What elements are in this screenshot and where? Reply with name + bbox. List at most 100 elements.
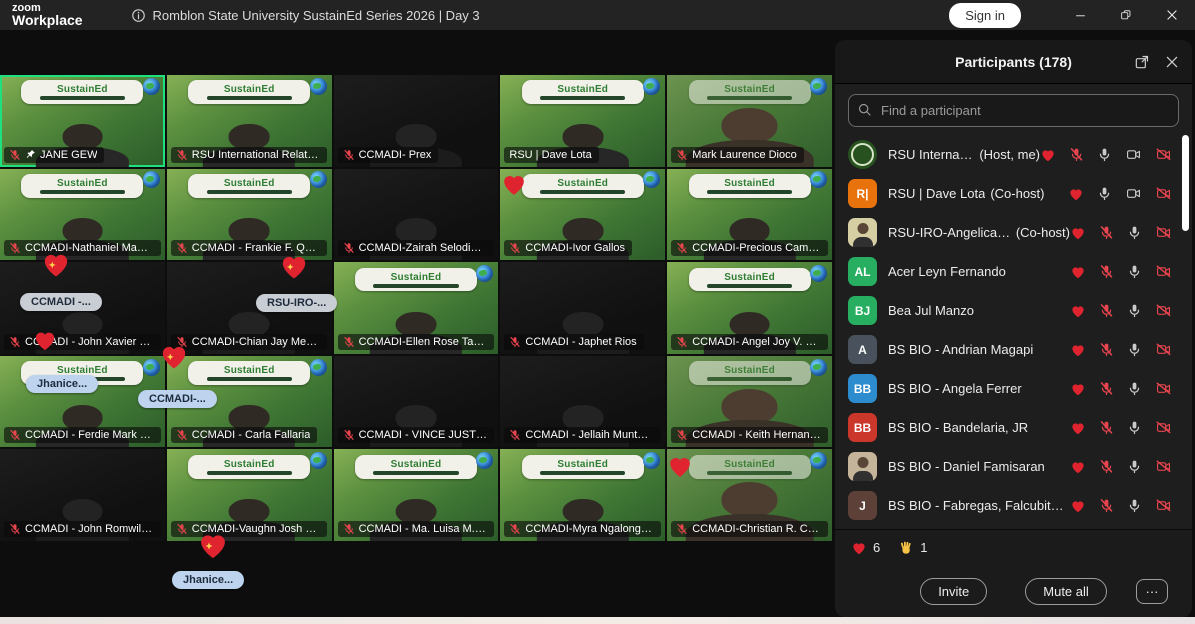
participant-row[interactable]: BB BS BIO - Bandelaria, JR xyxy=(835,408,1192,447)
close-panel-button[interactable] xyxy=(1162,52,1182,72)
search-input[interactable] xyxy=(848,94,1179,127)
profile-photo xyxy=(848,452,877,481)
invite-button[interactable]: Invite xyxy=(920,578,987,605)
tile-participant-name: Mark Laurence Dioco xyxy=(692,149,797,161)
video-tile[interactable]: SustainEd CCMADI-Myra Ngalongal... xyxy=(500,449,665,541)
heart-reaction xyxy=(500,170,528,203)
virtual-background-text: SustainEd xyxy=(57,178,108,189)
video-tile[interactable]: SustainEd CCMADI- Prex xyxy=(334,75,499,167)
video-tile[interactable]: SustainEd Mark Laurence Dioco xyxy=(667,75,832,167)
tile-participant-name: CCMADI - Keith Hernand... xyxy=(692,429,821,441)
wave-hand-icon xyxy=(898,540,914,556)
pop-out-icon xyxy=(1134,54,1150,70)
logo-workplace-text: Workplace xyxy=(12,13,83,27)
tile-participant-name: CCMADI-Christian R. Capin xyxy=(692,523,821,535)
heart-reaction-icon xyxy=(666,452,694,480)
tile-name-label: CCMADI-Nathaniel Manzo xyxy=(4,240,161,256)
mute-all-button[interactable]: Mute all xyxy=(1025,578,1107,605)
profile-photo xyxy=(848,218,877,247)
participant-name: RSU-IRO-Angelica Galindez xyxy=(888,225,1011,240)
mic-off-icon xyxy=(676,149,688,161)
tile-name-label: CCMADI- Prex xyxy=(338,147,439,163)
earth-globe-graphic xyxy=(810,452,827,469)
video-tile[interactable]: SustainEd RSU International Relatio... xyxy=(167,75,332,167)
heart-reaction-icon xyxy=(1070,498,1086,514)
participant-row[interactable]: R| RSU | Dave Lota (Co-host) xyxy=(835,174,1192,213)
video-tile[interactable]: SustainEd CCMADI - Japhet Rios xyxy=(500,262,665,354)
info-icon[interactable] xyxy=(131,8,146,23)
participant-row[interactable]: RSU-IRO-Angelica Galindez (Co-host) xyxy=(835,213,1192,252)
heart-reaction-icon xyxy=(40,248,72,280)
zoom-meeting-window: zoom Workplace Romblon State University … xyxy=(0,0,1195,624)
mic-off-icon xyxy=(1099,459,1114,474)
restore-button[interactable] xyxy=(1103,0,1149,30)
video-tile[interactable]: SustainEd JANE GEW xyxy=(0,75,165,167)
tile-participant-name: CCMADI - VINCE JUSTIN ... xyxy=(359,429,488,441)
video-tile[interactable]: SustainEd CCMADI - Frankie F. Quar... xyxy=(167,169,332,261)
zoom-workplace-logo: zoom Workplace xyxy=(12,3,83,27)
virtual-background-text: SustainEd xyxy=(724,272,775,283)
heart-reaction-icon xyxy=(1070,459,1086,475)
reaction-sender-pill: Jhanice... xyxy=(26,375,98,393)
tile-name-label: RSU International Relatio... xyxy=(171,147,328,163)
mic-off-icon xyxy=(9,523,21,535)
participant-name: BS BIO - Angela Ferrer xyxy=(888,381,1022,396)
participant-name: BS BIO - Fabregas, Falcubit, Gercan xyxy=(888,498,1065,513)
pop-out-panel-button[interactable] xyxy=(1132,52,1152,72)
participant-row[interactable]: BS BIO - Daniel Famisaran xyxy=(835,447,1192,486)
heart-reaction-icon xyxy=(500,170,528,198)
tile-participant-name: CCMADI-Ellen Rose Tabuac xyxy=(359,336,488,348)
window-titlebar: zoom Workplace Romblon State University … xyxy=(0,0,1195,30)
heart-reaction-icon xyxy=(1070,381,1086,397)
earth-globe-graphic xyxy=(310,359,327,376)
close-window-button[interactable] xyxy=(1149,0,1195,30)
virtual-background-text: SustainEd xyxy=(557,459,608,470)
participant-row[interactable]: A BS BIO - Andrian Magapi xyxy=(835,330,1192,369)
mic-off-icon xyxy=(176,523,188,535)
org-logo-graphic xyxy=(851,143,874,166)
virtual-background-banner: SustainEd xyxy=(689,361,811,385)
participant-name: BS BIO - Andrian Magapi xyxy=(888,342,1033,357)
video-tile[interactable]: SustainEd CCMADI - Keith Hernand... xyxy=(667,356,832,448)
participant-row[interactable]: J BS BIO - Fabregas, Falcubit, Gercan xyxy=(835,486,1192,525)
video-tile[interactable]: SustainEd RSU | Dave Lota xyxy=(500,75,665,167)
participant-row[interactable]: BJ Bea Jul Manzo xyxy=(835,291,1192,330)
video-tile[interactable]: SustainEd CCMADI-Precious Camill... xyxy=(667,169,832,261)
video-tile[interactable]: SustainEd CCMADI - John Romwil F... xyxy=(0,449,165,541)
video-tile[interactable]: SustainEd CCMADI-Nathaniel Manzo xyxy=(0,169,165,261)
mic-on-icon xyxy=(1127,264,1142,279)
earth-globe-graphic xyxy=(810,359,827,376)
sign-in-button[interactable]: Sign in xyxy=(949,3,1021,28)
participant-role-suffix: (Co-host) xyxy=(1016,225,1070,240)
participant-row[interactable]: AL Acer Leyn Fernando xyxy=(835,252,1192,291)
heart-reaction-icon xyxy=(1040,147,1056,163)
video-tile[interactable]: SustainEd CCMADI- Angel Joy V. Ba... xyxy=(667,262,832,354)
video-off-icon xyxy=(1155,498,1172,513)
mic-off-icon xyxy=(1099,225,1114,240)
reaction-counts-bar: 6 1 xyxy=(835,529,1192,565)
earth-globe-graphic xyxy=(643,78,660,95)
more-options-button[interactable]: ··· xyxy=(1136,579,1168,604)
participant-name: BS BIO - Bandelaria, JR xyxy=(888,420,1028,435)
video-tile[interactable]: SustainEd CCMADI-Zairah Selodio, ... xyxy=(334,169,499,261)
virtual-background-banner: SustainEd xyxy=(522,174,644,198)
reaction-sender-pill: RSU-IRO-... xyxy=(256,294,337,312)
participant-row[interactable]: BB BS BIO - Angela Ferrer xyxy=(835,369,1192,408)
scrollbar-thumb[interactable] xyxy=(1182,135,1189,231)
video-tile[interactable]: SustainEd CCMADI-Vaughn Josh Re... xyxy=(167,449,332,541)
video-tile[interactable]: SustainEd CCMADI - Ma. Luisa M. Pi... xyxy=(334,449,499,541)
video-tile[interactable]: SustainEd CCMADI - Jellaih Munton... xyxy=(500,356,665,448)
virtual-background-banner: SustainEd xyxy=(522,80,644,104)
video-gallery-grid: SustainEd JANE GEW SustainEd xyxy=(0,75,832,541)
tile-participant-name: CCMADI-Ivor Gallos xyxy=(525,242,625,254)
participant-row[interactable]: RSU International Relations Off... (Host… xyxy=(835,135,1192,174)
tile-participant-name: CCMADI- Angel Joy V. Ba... xyxy=(692,336,821,348)
mic-off-icon xyxy=(1099,498,1114,513)
participant-row[interactable]: BB BS BIO - Floriano Madali xyxy=(835,525,1192,529)
video-tile[interactable]: SustainEd CCMADI-Ellen Rose Tabuac xyxy=(334,262,499,354)
heart-reaction-icon xyxy=(278,250,310,282)
participants-list[interactable]: RSU International Relations Off... (Host… xyxy=(835,133,1192,529)
video-tile[interactable]: SustainEd CCMADI - VINCE JUSTIN ... xyxy=(334,356,499,448)
minimize-button[interactable] xyxy=(1057,0,1103,30)
participant-name: RSU | Dave Lota xyxy=(888,186,985,201)
